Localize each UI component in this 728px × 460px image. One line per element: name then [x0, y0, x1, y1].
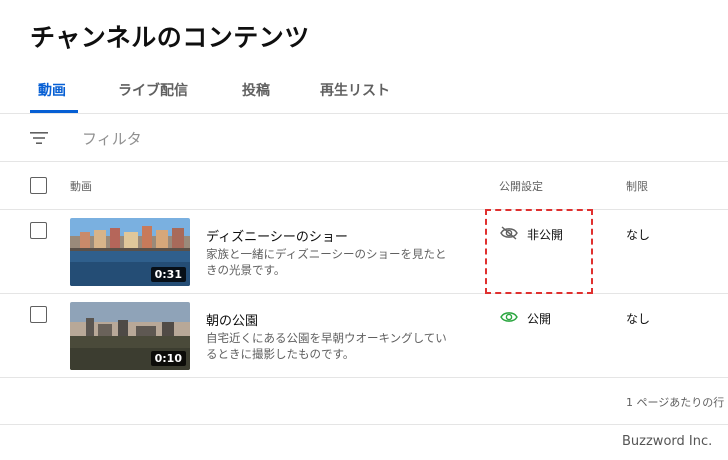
filter-label[interactable]: フィルタ [82, 128, 142, 149]
video-thumbnail[interactable]: 0:31 [70, 218, 190, 286]
video-duration: 0:31 [150, 267, 186, 282]
header-visibility[interactable]: 公開設定 [499, 178, 543, 194]
restriction-value: なし [626, 228, 651, 242]
video-title[interactable]: 朝の公園 [206, 310, 258, 329]
tab-posts[interactable]: 投稿 [242, 80, 270, 100]
table-row[interactable]: 0:31 ディズニーシーのショー 家族と一緒にディズニーシーのショーを見たときの… [0, 210, 728, 294]
row-checkbox[interactable] [30, 222, 47, 239]
video-description: 自宅近くにある公園を早朝ウオーキングしているときに撮影したものです。 [206, 331, 447, 361]
tab-playlists[interactable]: 再生リスト [320, 80, 390, 100]
eye-icon [500, 312, 518, 322]
annotation-highlight-box [485, 209, 593, 294]
row-checkbox[interactable] [30, 306, 47, 323]
video-thumbnail[interactable]: 0:10 [70, 302, 190, 370]
video-duration: 0:10 [150, 351, 186, 366]
header-video: 動画 [70, 180, 92, 193]
divider [0, 424, 728, 425]
tab-live[interactable]: ライブ配信 [118, 80, 188, 100]
tab-bar: 動画 ライブ配信 投稿 再生リスト [0, 70, 728, 114]
rows-per-page-label: 1 ページあたりの行 [626, 396, 725, 409]
video-title[interactable]: ディズニーシーのショー [206, 226, 348, 245]
restriction-value: なし [626, 312, 651, 326]
video-description: 家族と一緒にディズニーシーのショーを見たときの光景です。 [206, 247, 447, 277]
visibility-label: 公開 [527, 312, 552, 326]
tab-videos[interactable]: 動画 [38, 80, 66, 100]
table-row[interactable]: 0:10 朝の公園 自宅近くにある公園を早朝ウオーキングしているときに撮影したも… [0, 294, 728, 378]
active-tab-indicator [30, 110, 78, 113]
table-header: 動画 公開設定 制限 [0, 162, 728, 210]
header-restriction[interactable]: 制限 [626, 178, 648, 194]
select-all-checkbox[interactable] [30, 177, 47, 194]
page-title: チャンネルのコンテンツ [30, 23, 310, 52]
watermark: Buzzword Inc. [622, 434, 713, 449]
filter-bar[interactable]: フィルタ [0, 114, 728, 162]
filter-icon[interactable] [30, 130, 48, 146]
